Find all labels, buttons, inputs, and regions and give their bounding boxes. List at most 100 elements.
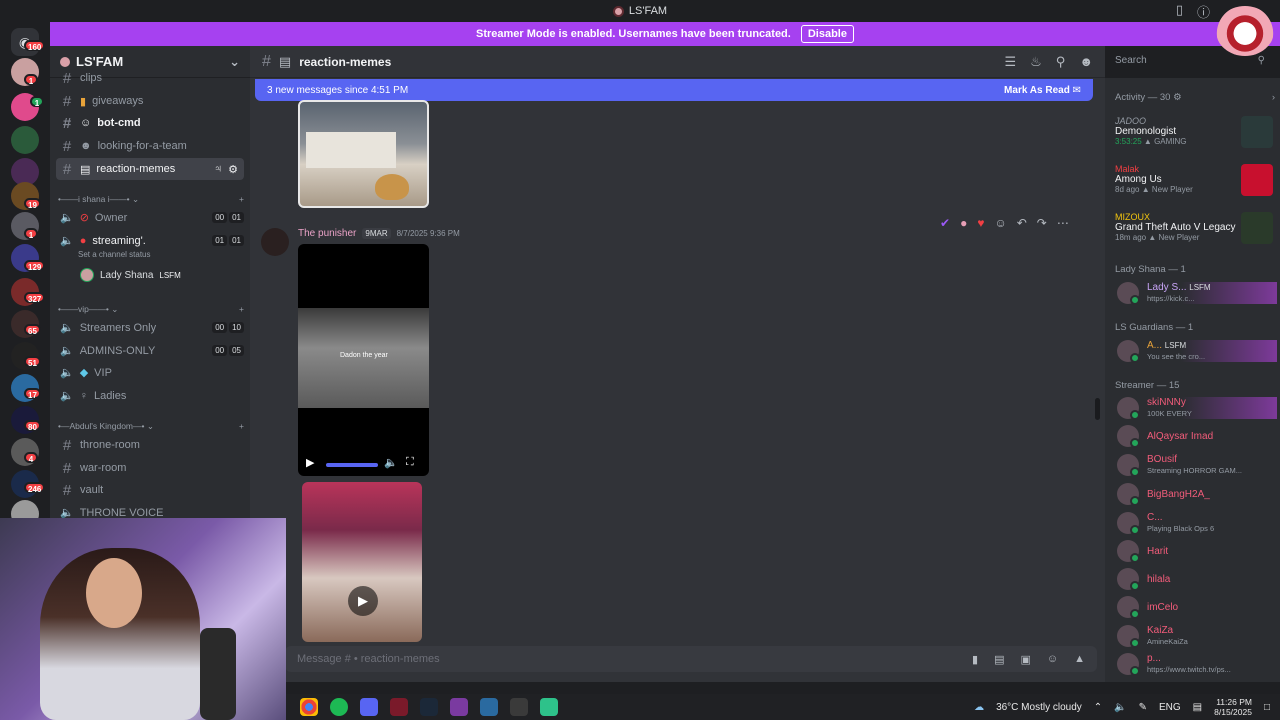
- add-member-icon[interactable]: ♃: [214, 163, 222, 176]
- discord-icon[interactable]: [360, 698, 378, 716]
- play-icon[interactable]: ▶: [348, 586, 378, 616]
- forward-icon[interactable]: ↷: [1037, 216, 1047, 230]
- message-author[interactable]: The punisher: [298, 228, 356, 239]
- member-row[interactable]: p... https://www.twitch.tv/ps...: [1117, 653, 1277, 676]
- threads-icon[interactable]: ☰: [1004, 54, 1016, 70]
- channel-clips[interactable]: # clips: [56, 72, 244, 84]
- category-shana[interactable]: •——i shana i——• ⌄ +: [58, 194, 244, 205]
- sticker-icon[interactable]: ▣: [1020, 653, 1030, 666]
- server-icon[interactable]: [11, 126, 39, 154]
- fullscreen-icon[interactable]: ⛶: [406, 456, 414, 469]
- bell-icon[interactable]: ♨: [1030, 54, 1042, 70]
- game-thumbnail: [1241, 164, 1273, 196]
- category-vip[interactable]: •——vip——• ⌄ +: [58, 304, 244, 315]
- member-lady-shana[interactable]: Lady S... LSFM https://kick.c...: [1117, 282, 1277, 305]
- user-count: 00: [212, 322, 228, 333]
- user-count: 00: [212, 212, 228, 223]
- chrome-icon[interactable]: [300, 698, 318, 716]
- gift-icon[interactable]: ▮: [972, 653, 978, 666]
- volume-icon[interactable]: 🔈: [384, 456, 398, 469]
- speaker-icon[interactable]: 🔈: [1114, 702, 1126, 713]
- language-indicator[interactable]: ENG: [1159, 702, 1181, 713]
- network-icon[interactable]: ▤: [1193, 702, 1202, 713]
- channel-vault[interactable]: # vault: [56, 480, 244, 500]
- volume-slider[interactable]: [326, 463, 378, 467]
- app-icon[interactable]: [480, 698, 498, 716]
- video-player[interactable]: Dadon the year ▶ 🔈 ⛶: [298, 244, 429, 476]
- dog-shape: [375, 174, 409, 200]
- diamond-icon: ◆: [79, 367, 89, 379]
- voice-channel-streaming[interactable]: 🔈 ● streaming'. 01 01: [56, 234, 244, 247]
- disable-button[interactable]: Disable: [800, 25, 854, 43]
- activity-item[interactable]: JADOO Demonologist 3:53:25 ▲ GAMING: [1115, 116, 1275, 148]
- gear-icon[interactable]: ⚙: [228, 163, 238, 176]
- voice-channel-ladies[interactable]: 🔈 ♀ Ladies: [56, 389, 244, 403]
- badge: 1: [24, 74, 38, 86]
- voice-channel-admins-only[interactable]: 🔈 ADMINS-ONLY 00 05: [56, 344, 244, 357]
- voice-channel-streamers-only[interactable]: 🔈 Streamers Only 00 10: [56, 321, 244, 334]
- activity-header[interactable]: Activity — 30 ⚙ ›: [1115, 92, 1275, 103]
- steam-icon[interactable]: [420, 698, 438, 716]
- channel-bot-cmd[interactable]: # ☺ bot-cmd: [56, 113, 244, 133]
- member-row[interactable]: BOusif Streaming HORROR GAM...: [1117, 454, 1277, 477]
- app-icon[interactable]: [450, 698, 468, 716]
- app-icon[interactable]: [390, 698, 408, 716]
- play-icon[interactable]: ▶: [306, 456, 314, 469]
- mark-as-read-button[interactable]: Mark As Read ✉: [1004, 85, 1081, 96]
- voice-channel-vip[interactable]: 🔈 ◆ VIP: [56, 366, 244, 380]
- member-row[interactable]: AlQaysar Imad: [1117, 425, 1277, 448]
- channel-looking-for-a-team[interactable]: # ☻ looking-for-a-team: [56, 136, 244, 156]
- chevron-up-icon[interactable]: ⌃: [1094, 702, 1102, 713]
- member-list-icon[interactable]: ☻: [1079, 54, 1093, 70]
- member-row[interactable]: hilala: [1117, 568, 1277, 591]
- member-guardian[interactable]: A... LSFM You see the cro...: [1117, 340, 1277, 363]
- plus-icon[interactable]: +: [239, 304, 244, 315]
- member-row[interactable]: imCelo: [1117, 596, 1277, 619]
- reaction-icon[interactable]: ●: [960, 216, 967, 230]
- pin-icon[interactable]: ⚲: [1056, 54, 1066, 70]
- new-messages-bar[interactable]: 3 new messages since 4:51 PM Mark As Rea…: [255, 79, 1093, 101]
- more-icon[interactable]: ⋯: [1057, 216, 1069, 230]
- channel-war-room[interactable]: # war-room: [56, 458, 244, 478]
- notification-icon[interactable]: □: [1264, 702, 1270, 713]
- message-input[interactable]: Message # • reaction-memes ▮ ▤ ▣ ☺ ▲: [285, 646, 1097, 672]
- reply-icon[interactable]: ↶: [1017, 216, 1027, 230]
- plus-icon[interactable]: +: [239, 421, 244, 432]
- heart-icon[interactable]: ♥: [977, 216, 984, 230]
- help-icon[interactable]: ⓘ: [1197, 2, 1210, 21]
- channel-status-hint[interactable]: Set a channel status: [78, 250, 151, 259]
- app-icon[interactable]: [510, 698, 528, 716]
- video-thumbnail-dog[interactable]: [298, 100, 429, 208]
- spotify-icon[interactable]: [330, 698, 348, 716]
- member-row[interactable]: Harit: [1117, 540, 1277, 563]
- member-row[interactable]: KaiZa AmineKaiZa: [1117, 625, 1277, 648]
- weather-text[interactable]: 36°C Mostly cloudy: [996, 702, 1082, 713]
- video-thumbnail[interactable]: ▶: [302, 482, 422, 642]
- channel-reaction-memes[interactable]: # ▤ reaction-memes ♃ ⚙: [56, 158, 244, 180]
- member-row[interactable]: C... Playing Black Ops 6: [1117, 512, 1277, 535]
- category-abdul[interactable]: •—Abdul's Kingdom—• ⌄ +: [58, 421, 244, 432]
- activity-item[interactable]: MIZOUX Grand Theft Auto V Legacy 18m ago…: [1115, 212, 1275, 244]
- pen-icon[interactable]: ✎: [1139, 702, 1147, 713]
- scrollbar[interactable]: [1095, 398, 1100, 420]
- plus-icon[interactable]: +: [239, 194, 244, 205]
- app-icon[interactable]: [540, 698, 558, 716]
- emoji-icon[interactable]: ☺: [1047, 653, 1058, 666]
- channel-label: Streamers Only: [79, 321, 157, 334]
- add-reaction-icon[interactable]: ☺: [994, 216, 1006, 230]
- member-row[interactable]: skiNNNy 100K EVERY: [1117, 397, 1277, 420]
- inbox-icon[interactable]: ▯: [1176, 2, 1183, 21]
- member-row[interactable]: BigBangH2A_: [1117, 483, 1277, 506]
- channel-giveaways[interactable]: # ▮ giveaways: [56, 91, 244, 111]
- voice-channel-owner[interactable]: 🔈 ⊘ Owner 00 01: [56, 211, 244, 224]
- streamer-mode-banner: Streamer Mode is enabled. Usernames have…: [50, 22, 1280, 46]
- gif-icon[interactable]: ▤: [994, 653, 1004, 666]
- overlay-mouth-icon: [1216, 6, 1274, 56]
- verified-icon[interactable]: ✔: [940, 216, 950, 230]
- activity-item[interactable]: Malak Among Us 8d ago ▲ New Player: [1115, 164, 1275, 196]
- avatar[interactable]: [261, 228, 289, 256]
- clock[interactable]: 11:26 PM 8/15/2025: [1214, 697, 1252, 717]
- channel-throne-room[interactable]: # throne-room: [56, 435, 244, 455]
- activity-icon[interactable]: ▲: [1074, 653, 1085, 666]
- voice-user-lady-shana[interactable]: Lady Shana LSFM: [76, 268, 250, 282]
